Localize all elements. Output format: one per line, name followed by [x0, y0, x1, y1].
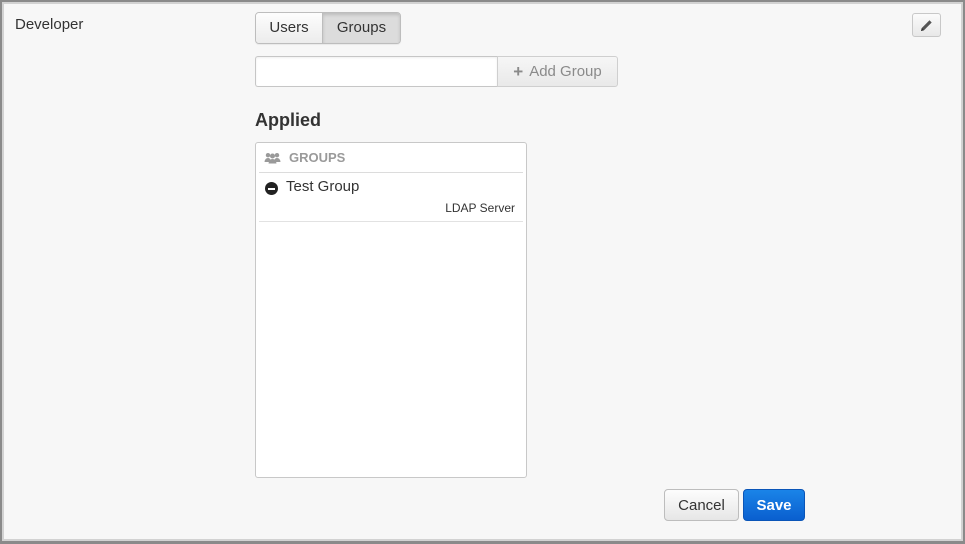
- users-groups-toggle: Users Groups: [255, 12, 401, 44]
- tab-users[interactable]: Users: [256, 13, 323, 43]
- list-item: Test Group LDAP Server: [259, 173, 523, 222]
- applied-heading: Applied: [255, 110, 321, 130]
- save-button[interactable]: Save: [743, 489, 805, 521]
- add-group-row: + Add Group: [255, 56, 618, 87]
- edit-button[interactable]: [912, 13, 941, 37]
- role-name: Developer: [15, 16, 84, 33]
- applied-list: GROUPS Test Group LDAP Server: [255, 142, 527, 478]
- remove-icon[interactable]: [265, 182, 278, 195]
- tab-groups[interactable]: Groups: [323, 13, 400, 43]
- group-search-input[interactable]: [255, 56, 497, 87]
- group-name: Test Group: [286, 178, 360, 195]
- role-panel: Developer Users Groups + Add Group Appli…: [2, 2, 963, 541]
- add-group-label: Add Group: [529, 63, 602, 80]
- plus-icon: +: [513, 62, 524, 81]
- add-group-button[interactable]: + Add Group: [497, 56, 618, 87]
- cancel-button[interactable]: Cancel: [664, 489, 739, 521]
- pencil-icon: [921, 19, 932, 31]
- users-icon: [264, 152, 281, 163]
- groups-section-header: GROUPS: [259, 143, 523, 173]
- group-source: LDAP Server: [445, 201, 515, 215]
- groups-section-label: GROUPS: [289, 150, 346, 165]
